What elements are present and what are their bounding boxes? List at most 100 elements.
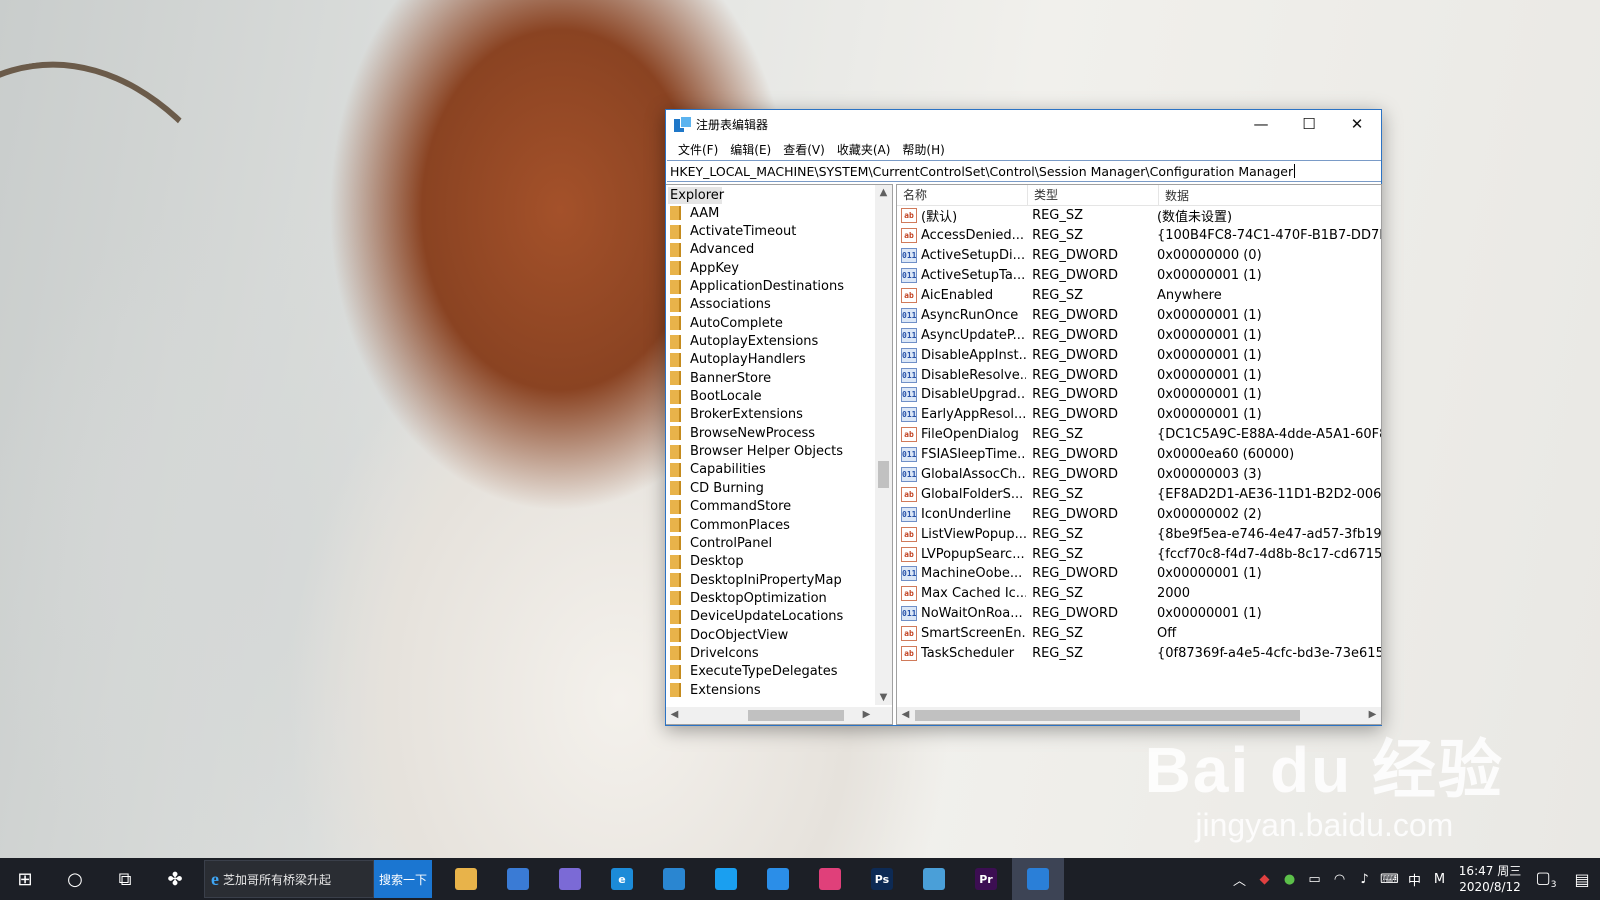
premiere-icon[interactable]: Pr: [960, 858, 1012, 900]
tree-item[interactable]: BrowseNewProcess: [666, 424, 874, 442]
scroll-thumb[interactable]: [878, 461, 889, 488]
value-row[interactable]: ab (默认) REG_SZ (数值未设置): [897, 206, 1381, 226]
tree-item[interactable]: AutoComplete: [666, 314, 874, 332]
menu-file[interactable]: 文件(F): [672, 141, 724, 158]
scroll-left-arrow[interactable]: ◀: [897, 709, 914, 720]
edge-icon[interactable]: e: [596, 858, 648, 900]
value-row[interactable]: ab GlobalFolderS... REG_SZ {EF8AD2D1-AE36-1…: [897, 484, 1381, 504]
tree-item[interactable]: CD Burning: [666, 479, 874, 497]
value-row[interactable]: 011 GlobalAssocCh... REG_DWORD 0x00000003 (…: [897, 465, 1381, 485]
scroll-down-arrow[interactable]: ▼: [875, 692, 892, 703]
scroll-right-arrow[interactable]: ▶: [1364, 709, 1381, 720]
regedit-icon[interactable]: [1012, 858, 1064, 900]
column-data[interactable]: 数据: [1159, 187, 1189, 204]
tree-item[interactable]: BrokerExtensions: [666, 406, 874, 424]
file-explorer-icon[interactable]: [440, 858, 492, 900]
ime-indicator[interactable]: M: [1427, 872, 1452, 887]
menu-view[interactable]: 查看(V): [777, 141, 831, 158]
title-bar[interactable]: 注册表编辑器 — ☐ ✕: [666, 110, 1381, 138]
tree-vertical-scrollbar[interactable]: ▲ ▼: [875, 185, 892, 705]
value-row[interactable]: 011 NoWaitOnRoa... REG_DWORD 0x00000001 (1): [897, 604, 1381, 624]
tree-item[interactable]: Desktop: [666, 553, 874, 571]
value-row[interactable]: 011 ActiveSetupDi... REG_DWORD 0x00000000 (…: [897, 246, 1381, 266]
app-window-icon[interactable]: [908, 858, 960, 900]
values-pane[interactable]: 名称 类型 数据 ab (默认) REG_SZ (数值未设置) ab AccessDeni…: [896, 184, 1382, 725]
value-row[interactable]: 011 DisableAppInst... REG_DWORD 0x00000001 …: [897, 345, 1381, 365]
value-row[interactable]: 011 DisableResolve... REG_DWORD 0x00000001 …: [897, 365, 1381, 385]
value-row[interactable]: ab Max Cached Ic... REG_SZ 2000: [897, 584, 1381, 604]
tree-item[interactable]: ExecuteTypeDelegates: [666, 663, 874, 681]
scroll-left-arrow[interactable]: ◀: [666, 709, 683, 720]
windows-start-icon[interactable]: ⊞: [0, 858, 50, 900]
pin-icon[interactable]: [752, 858, 804, 900]
tree-item[interactable]: DeviceUpdateLocations: [666, 608, 874, 626]
tree-item[interactable]: AAM: [666, 204, 874, 222]
scroll-right-arrow[interactable]: ▶: [858, 709, 875, 720]
value-row[interactable]: ab LVPopupSearc... REG_SZ {fccf70c8-f4d7-4d…: [897, 544, 1381, 564]
tree-item[interactable]: ApplicationDestinations: [666, 277, 874, 295]
green-app-icon[interactable]: ●: [1277, 872, 1302, 887]
tree-item[interactable]: BannerStore: [666, 369, 874, 387]
tree-item[interactable]: AutoplayHandlers: [666, 351, 874, 369]
minimize-button[interactable]: —: [1237, 110, 1285, 138]
tree-item[interactable]: Associations: [666, 296, 874, 314]
ime-mode[interactable]: 中: [1402, 870, 1427, 889]
tree-item[interactable]: BootLocale: [666, 387, 874, 405]
value-row[interactable]: ab SmartScreenEn... REG_SZ Off: [897, 624, 1381, 644]
action-center-icon[interactable]: ▤: [1564, 870, 1600, 889]
tree-item[interactable]: Browser Helper Objects: [666, 442, 874, 460]
message-icon[interactable]: ▢3: [1528, 868, 1564, 890]
task-view-icon[interactable]: ⧉: [100, 858, 150, 900]
address-bar[interactable]: HKEY_LOCAL_MACHINE\SYSTEM\CurrentControl…: [667, 160, 1381, 182]
value-row[interactable]: 011 DisableUpgrad... REG_DWORD 0x00000001 (…: [897, 385, 1381, 405]
search-button[interactable]: 搜索一下: [374, 860, 432, 898]
scroll-thumb[interactable]: [915, 710, 1300, 721]
value-row[interactable]: ab ListViewPopup... REG_SZ {8be9f5ea-e746-4…: [897, 524, 1381, 544]
pinwheel-app-icon[interactable]: ✤: [150, 858, 200, 900]
tree-item[interactable]: DocObjectView: [666, 626, 874, 644]
security-app-icon[interactable]: ◆: [1252, 872, 1277, 887]
menu-favorites[interactable]: 收藏夹(A): [831, 141, 897, 158]
value-row[interactable]: ab AccessDenied... REG_SZ {100B4FC8-74C1-47…: [897, 226, 1381, 246]
value-row[interactable]: ab FileOpenDialog REG_SZ {DC1C5A9C-E88A-4dd…: [897, 425, 1381, 445]
battery-icon[interactable]: ▭: [1302, 872, 1327, 887]
qq-icon[interactable]: [700, 858, 752, 900]
tree-item[interactable]: Capabilities: [666, 461, 874, 479]
tree-item[interactable]: AutoplayExtensions: [666, 332, 874, 350]
ie-search-box[interactable]: e 芝加哥所有桥梁升起: [204, 860, 374, 898]
key-tree-pane[interactable]: Explorer AAM ActivateTimeout Advanced AppKe…: [666, 184, 893, 725]
tree-item[interactable]: DesktopIniPropertyMap: [666, 571, 874, 589]
menu-edit[interactable]: 编辑(E): [724, 141, 777, 158]
value-row[interactable]: 011 ActiveSetupTa... REG_DWORD 0x00000001 (…: [897, 266, 1381, 286]
scroll-thumb[interactable]: [748, 710, 844, 721]
scroll-up-arrow[interactable]: ▲: [875, 187, 892, 198]
store-icon[interactable]: [492, 858, 544, 900]
tree-item[interactable]: CommandStore: [666, 498, 874, 516]
chevron-up-icon[interactable]: ︿: [1227, 870, 1252, 889]
tree-item[interactable]: ActivateTimeout: [666, 222, 874, 240]
value-row[interactable]: 011 IconUnderline REG_DWORD 0x00000002 (2): [897, 504, 1381, 524]
value-row[interactable]: ab AicEnabled REG_SZ Anywhere: [897, 286, 1381, 306]
tree-horizontal-scrollbar[interactable]: ◀ ▶: [666, 707, 875, 724]
photoshop-icon[interactable]: Ps: [856, 858, 908, 900]
clock[interactable]: 16:47 周三 2020/8/12: [1452, 863, 1528, 895]
tree-item[interactable]: CommonPlaces: [666, 516, 874, 534]
value-row[interactable]: 011 FSIASleepTime... REG_DWORD 0x0000ea60 (…: [897, 445, 1381, 465]
registry-editor-window[interactable]: 注册表编辑器 — ☐ ✕ 文件(F) 编辑(E) 查看(V) 收藏夹(A) 帮助…: [665, 109, 1382, 726]
value-row[interactable]: ab TaskScheduler REG_SZ {0f87369f-a4e5-4cfc…: [897, 644, 1381, 664]
value-row[interactable]: 011 EarlyAppResol... REG_DWORD 0x00000001 (…: [897, 405, 1381, 425]
maximize-button[interactable]: ☐: [1285, 110, 1333, 138]
value-row[interactable]: 011 MachineOobe... REG_DWORD 0x00000001 (1): [897, 564, 1381, 584]
tree-selected-key[interactable]: Explorer: [668, 187, 724, 204]
tree-item[interactable]: DesktopOptimization: [666, 589, 874, 607]
tree-item[interactable]: ControlPanel: [666, 534, 874, 552]
menu-help[interactable]: 帮助(H): [896, 141, 950, 158]
tree-item[interactable]: AppKey: [666, 259, 874, 277]
values-horizontal-scrollbar[interactable]: ◀ ▶: [897, 707, 1381, 724]
tree-item[interactable]: Advanced: [666, 241, 874, 259]
media-icon[interactable]: [804, 858, 856, 900]
column-type[interactable]: 类型: [1028, 185, 1159, 205]
close-button[interactable]: ✕: [1333, 110, 1381, 138]
column-name[interactable]: 名称: [897, 185, 1028, 205]
tree-item[interactable]: DriveIcons: [666, 644, 874, 662]
